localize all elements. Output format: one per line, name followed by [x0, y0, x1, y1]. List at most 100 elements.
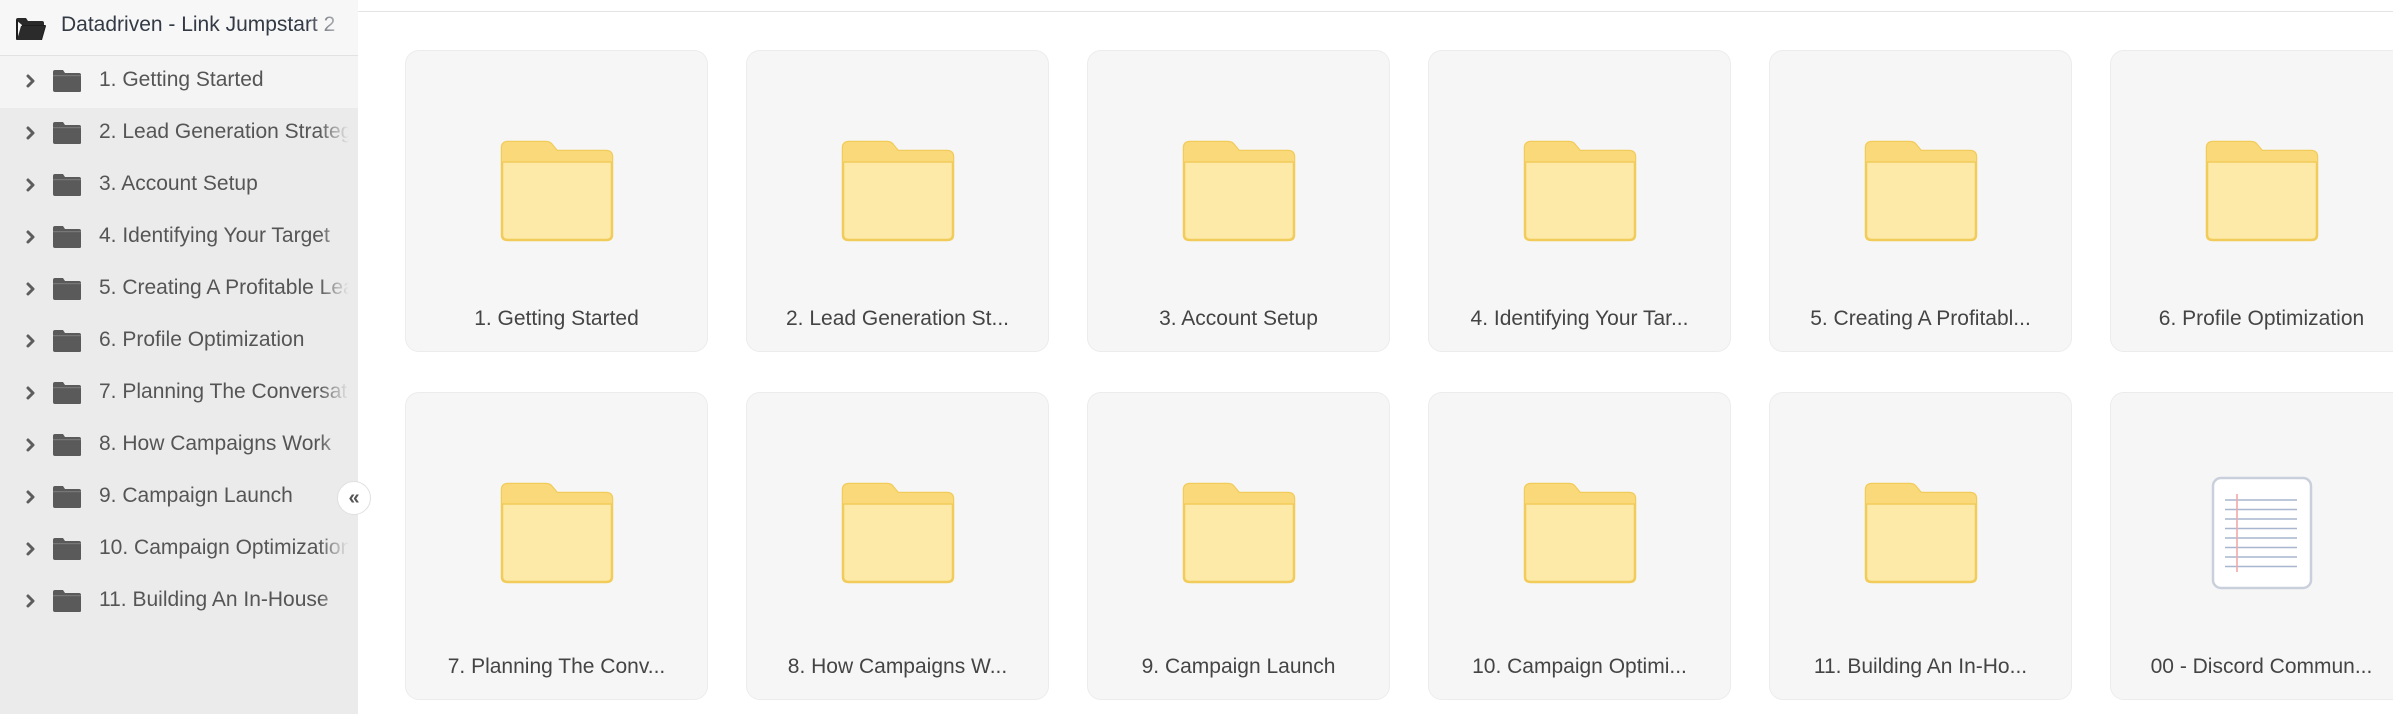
sidebar-folder-item-4[interactable]: 4. Identifying Your Target	[0, 212, 358, 264]
folder-icon	[52, 121, 82, 145]
folder-icon	[500, 482, 613, 584]
sidebar-folder-label: 6. Profile Optimization	[99, 328, 305, 351]
sidebar-folder-item-11[interactable]: 11. Building An In-House	[0, 576, 358, 628]
folder-icon	[52, 277, 82, 301]
folder-card-3[interactable]: 3. Account Setup	[1087, 50, 1390, 352]
file-browser: Datadriven - Link Jumpstart 2 1. Getting…	[0, 0, 2393, 714]
sidebar-folder-label: 4. Identifying Your Target	[99, 224, 330, 247]
document-card-12[interactable]: 00 - Discord Commun...	[2110, 392, 2393, 700]
file-card-label: 5. Creating A Profitabl...	[1810, 307, 2031, 330]
folder-card-5[interactable]: 5. Creating A Profitabl...	[1769, 50, 2072, 352]
folder-card-10[interactable]: 10. Campaign Optimi...	[1428, 392, 1731, 700]
sidebar-folder-label: 10. Campaign Optimization	[99, 536, 349, 559]
sidebar-folder-label: 9. Campaign Launch	[99, 484, 293, 507]
folder-card-4[interactable]: 4. Identifying Your Tar...	[1428, 50, 1731, 352]
chevron-right-icon[interactable]	[25, 488, 37, 506]
folder-icon	[1182, 140, 1295, 242]
main-content: 1. Getting Started 2. Lead Generation St…	[358, 0, 2393, 714]
document-icon-wrap	[2111, 476, 2393, 590]
folder-card-1[interactable]: 1. Getting Started	[405, 50, 708, 352]
folder-icon	[52, 485, 82, 509]
sidebar-folder-item-7[interactable]: 7. Planning The Conversation	[0, 368, 358, 420]
folder-icon	[500, 140, 613, 242]
chevron-right-icon[interactable]	[25, 436, 37, 454]
document-icon	[2211, 476, 2312, 590]
folder-card-11[interactable]: 11. Building An In-Ho...	[1769, 392, 2072, 700]
folder-icon	[1523, 140, 1636, 242]
sidebar-folder-item-6[interactable]: 6. Profile Optimization	[0, 316, 358, 368]
sidebar-folder-item-2[interactable]: 2. Lead Generation Strategy	[0, 108, 358, 160]
sidebar-folder-item-5[interactable]: 5. Creating A Profitable Lead	[0, 264, 358, 316]
folder-card-8[interactable]: 8. How Campaigns W...	[746, 392, 1049, 700]
sidebar-folder-label: 2. Lead Generation Strategy	[99, 120, 349, 143]
folder-icon	[52, 69, 82, 93]
folder-icon	[1182, 482, 1295, 584]
folder-icon	[841, 140, 954, 242]
sidebar-folder-label: 8. How Campaigns Work	[99, 432, 331, 455]
folder-card-9[interactable]: 9. Campaign Launch	[1087, 392, 1390, 700]
folder-icon	[1864, 140, 1977, 242]
folder-open-icon	[15, 17, 47, 41]
file-card-label: 6. Profile Optimization	[2158, 307, 2365, 330]
folder-icon-wrap	[406, 135, 707, 247]
folder-icon-wrap	[1770, 477, 2071, 589]
folder-icon	[1864, 482, 1977, 584]
folder-icon	[52, 433, 82, 457]
sidebar-folder-item-3[interactable]: 3. Account Setup	[0, 160, 358, 212]
chevron-right-icon[interactable]	[25, 332, 37, 350]
chevron-right-icon[interactable]	[25, 280, 37, 298]
folder-icon	[841, 482, 954, 584]
folder-icon	[52, 537, 82, 561]
folder-tree: 1. Getting Started 2. Lead Generation St…	[0, 56, 358, 628]
double-chevron-left-icon: «	[348, 486, 360, 509]
folder-card-7[interactable]: 7. Planning The Conv...	[405, 392, 708, 700]
sidebar-folder-label: 3. Account Setup	[99, 172, 258, 195]
folder-card-6[interactable]: 6. Profile Optimization	[2110, 50, 2393, 352]
folder-icon	[52, 381, 82, 405]
folder-icon-wrap	[406, 477, 707, 589]
chevron-right-icon[interactable]	[25, 592, 37, 610]
chevron-right-icon[interactable]	[25, 228, 37, 246]
folder-icon-wrap	[1088, 477, 1389, 589]
folder-icon-wrap	[1770, 135, 2071, 247]
file-card-label: 4. Identifying Your Tar...	[1470, 307, 1689, 330]
folder-icon	[1523, 482, 1636, 584]
sidebar: Datadriven - Link Jumpstart 2 1. Getting…	[0, 0, 358, 714]
sidebar-folder-item-10[interactable]: 10. Campaign Optimization	[0, 524, 358, 576]
sidebar-folder-label: 5. Creating A Profitable Lead	[99, 276, 349, 299]
chevron-right-icon[interactable]	[25, 540, 37, 558]
sidebar-root-folder[interactable]: Datadriven - Link Jumpstart 2	[0, 0, 358, 56]
sidebar-folder-label: 7. Planning The Conversation	[99, 380, 349, 403]
folder-icon	[52, 589, 82, 613]
chevron-right-icon[interactable]	[25, 124, 37, 142]
sidebar-folder-item-1[interactable]: 1. Getting Started	[0, 56, 358, 108]
top-divider	[358, 11, 2393, 12]
sidebar-folder-item-9[interactable]: 9. Campaign Launch	[0, 472, 358, 524]
folder-icon-wrap	[747, 477, 1048, 589]
chevron-right-icon[interactable]	[25, 384, 37, 402]
file-card-label: 8. How Campaigns W...	[787, 655, 1008, 678]
sidebar-folder-label: 1. Getting Started	[99, 68, 264, 91]
folder-icon-wrap	[1088, 135, 1389, 247]
folder-icon	[2205, 140, 2318, 242]
file-card-label: 9. Campaign Launch	[1141, 655, 1336, 678]
folder-icon-wrap	[747, 135, 1048, 247]
folder-icon	[52, 329, 82, 353]
folder-icon-wrap	[2111, 135, 2393, 247]
file-card-label: 00 - Discord Commun...	[2150, 655, 2373, 678]
folder-card-2[interactable]: 2. Lead Generation St...	[746, 50, 1049, 352]
file-card-label: 1. Getting Started	[474, 307, 639, 330]
folder-icon	[52, 173, 82, 197]
sidebar-folder-label: 11. Building An In-House	[99, 588, 329, 611]
sidebar-folder-item-8[interactable]: 8. How Campaigns Work	[0, 420, 358, 472]
file-card-label: 7. Planning The Conv...	[447, 655, 666, 678]
file-card-label: 2. Lead Generation St...	[786, 307, 1009, 330]
file-card-label: 3. Account Setup	[1159, 307, 1318, 330]
chevron-right-icon[interactable]	[25, 72, 37, 90]
folder-icon-wrap	[1429, 477, 1730, 589]
root-folder-title: Datadriven - Link Jumpstart 2	[61, 13, 336, 36]
collapse-sidebar-button[interactable]: «	[337, 481, 371, 515]
file-card-label: 10. Campaign Optimi...	[1472, 655, 1687, 678]
folder-icon	[52, 225, 82, 249]
chevron-right-icon[interactable]	[25, 176, 37, 194]
